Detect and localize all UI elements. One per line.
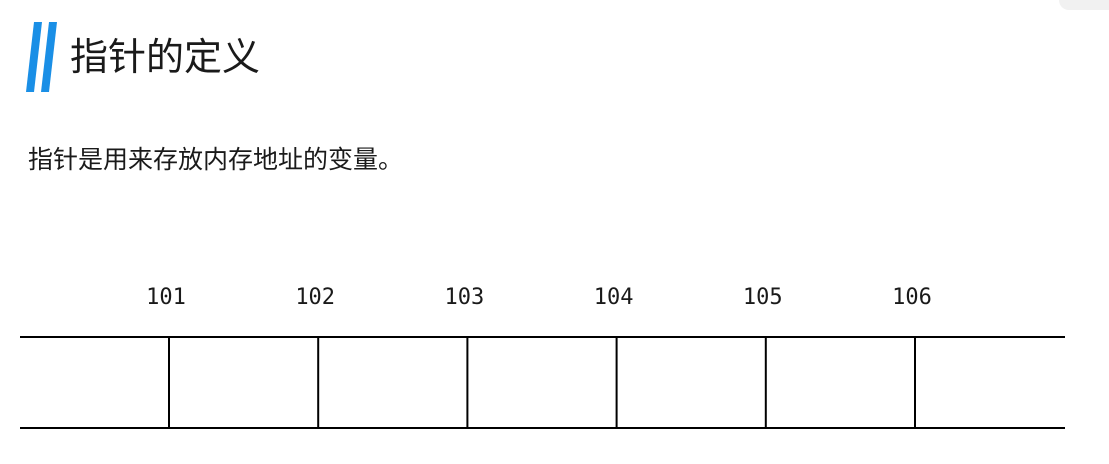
address-label: 104 xyxy=(594,285,634,310)
memory-cell xyxy=(318,337,468,428)
page-title: 指针的定义 xyxy=(70,35,261,79)
memory-cells xyxy=(20,337,1065,428)
memory-cell xyxy=(20,337,169,428)
memory-diagram: 101 102 103 104 105 106 xyxy=(20,285,1065,429)
memory-cell xyxy=(915,337,1065,428)
address-label: 103 xyxy=(445,285,485,310)
memory-cell xyxy=(169,337,319,428)
address-label: 105 xyxy=(743,285,783,310)
address-label: 101 xyxy=(146,285,186,310)
definition-text: 指针是用来存放内存地址的变量。 xyxy=(28,145,404,174)
double-slash-icon xyxy=(26,22,57,92)
address-labels: 101 102 103 104 105 106 xyxy=(146,285,932,310)
memory-cell xyxy=(467,337,617,428)
address-label: 102 xyxy=(295,285,335,310)
window-corner-decoration xyxy=(1059,0,1109,10)
address-label: 106 xyxy=(892,285,932,310)
memory-cell xyxy=(616,337,766,428)
memory-cell xyxy=(765,337,915,428)
